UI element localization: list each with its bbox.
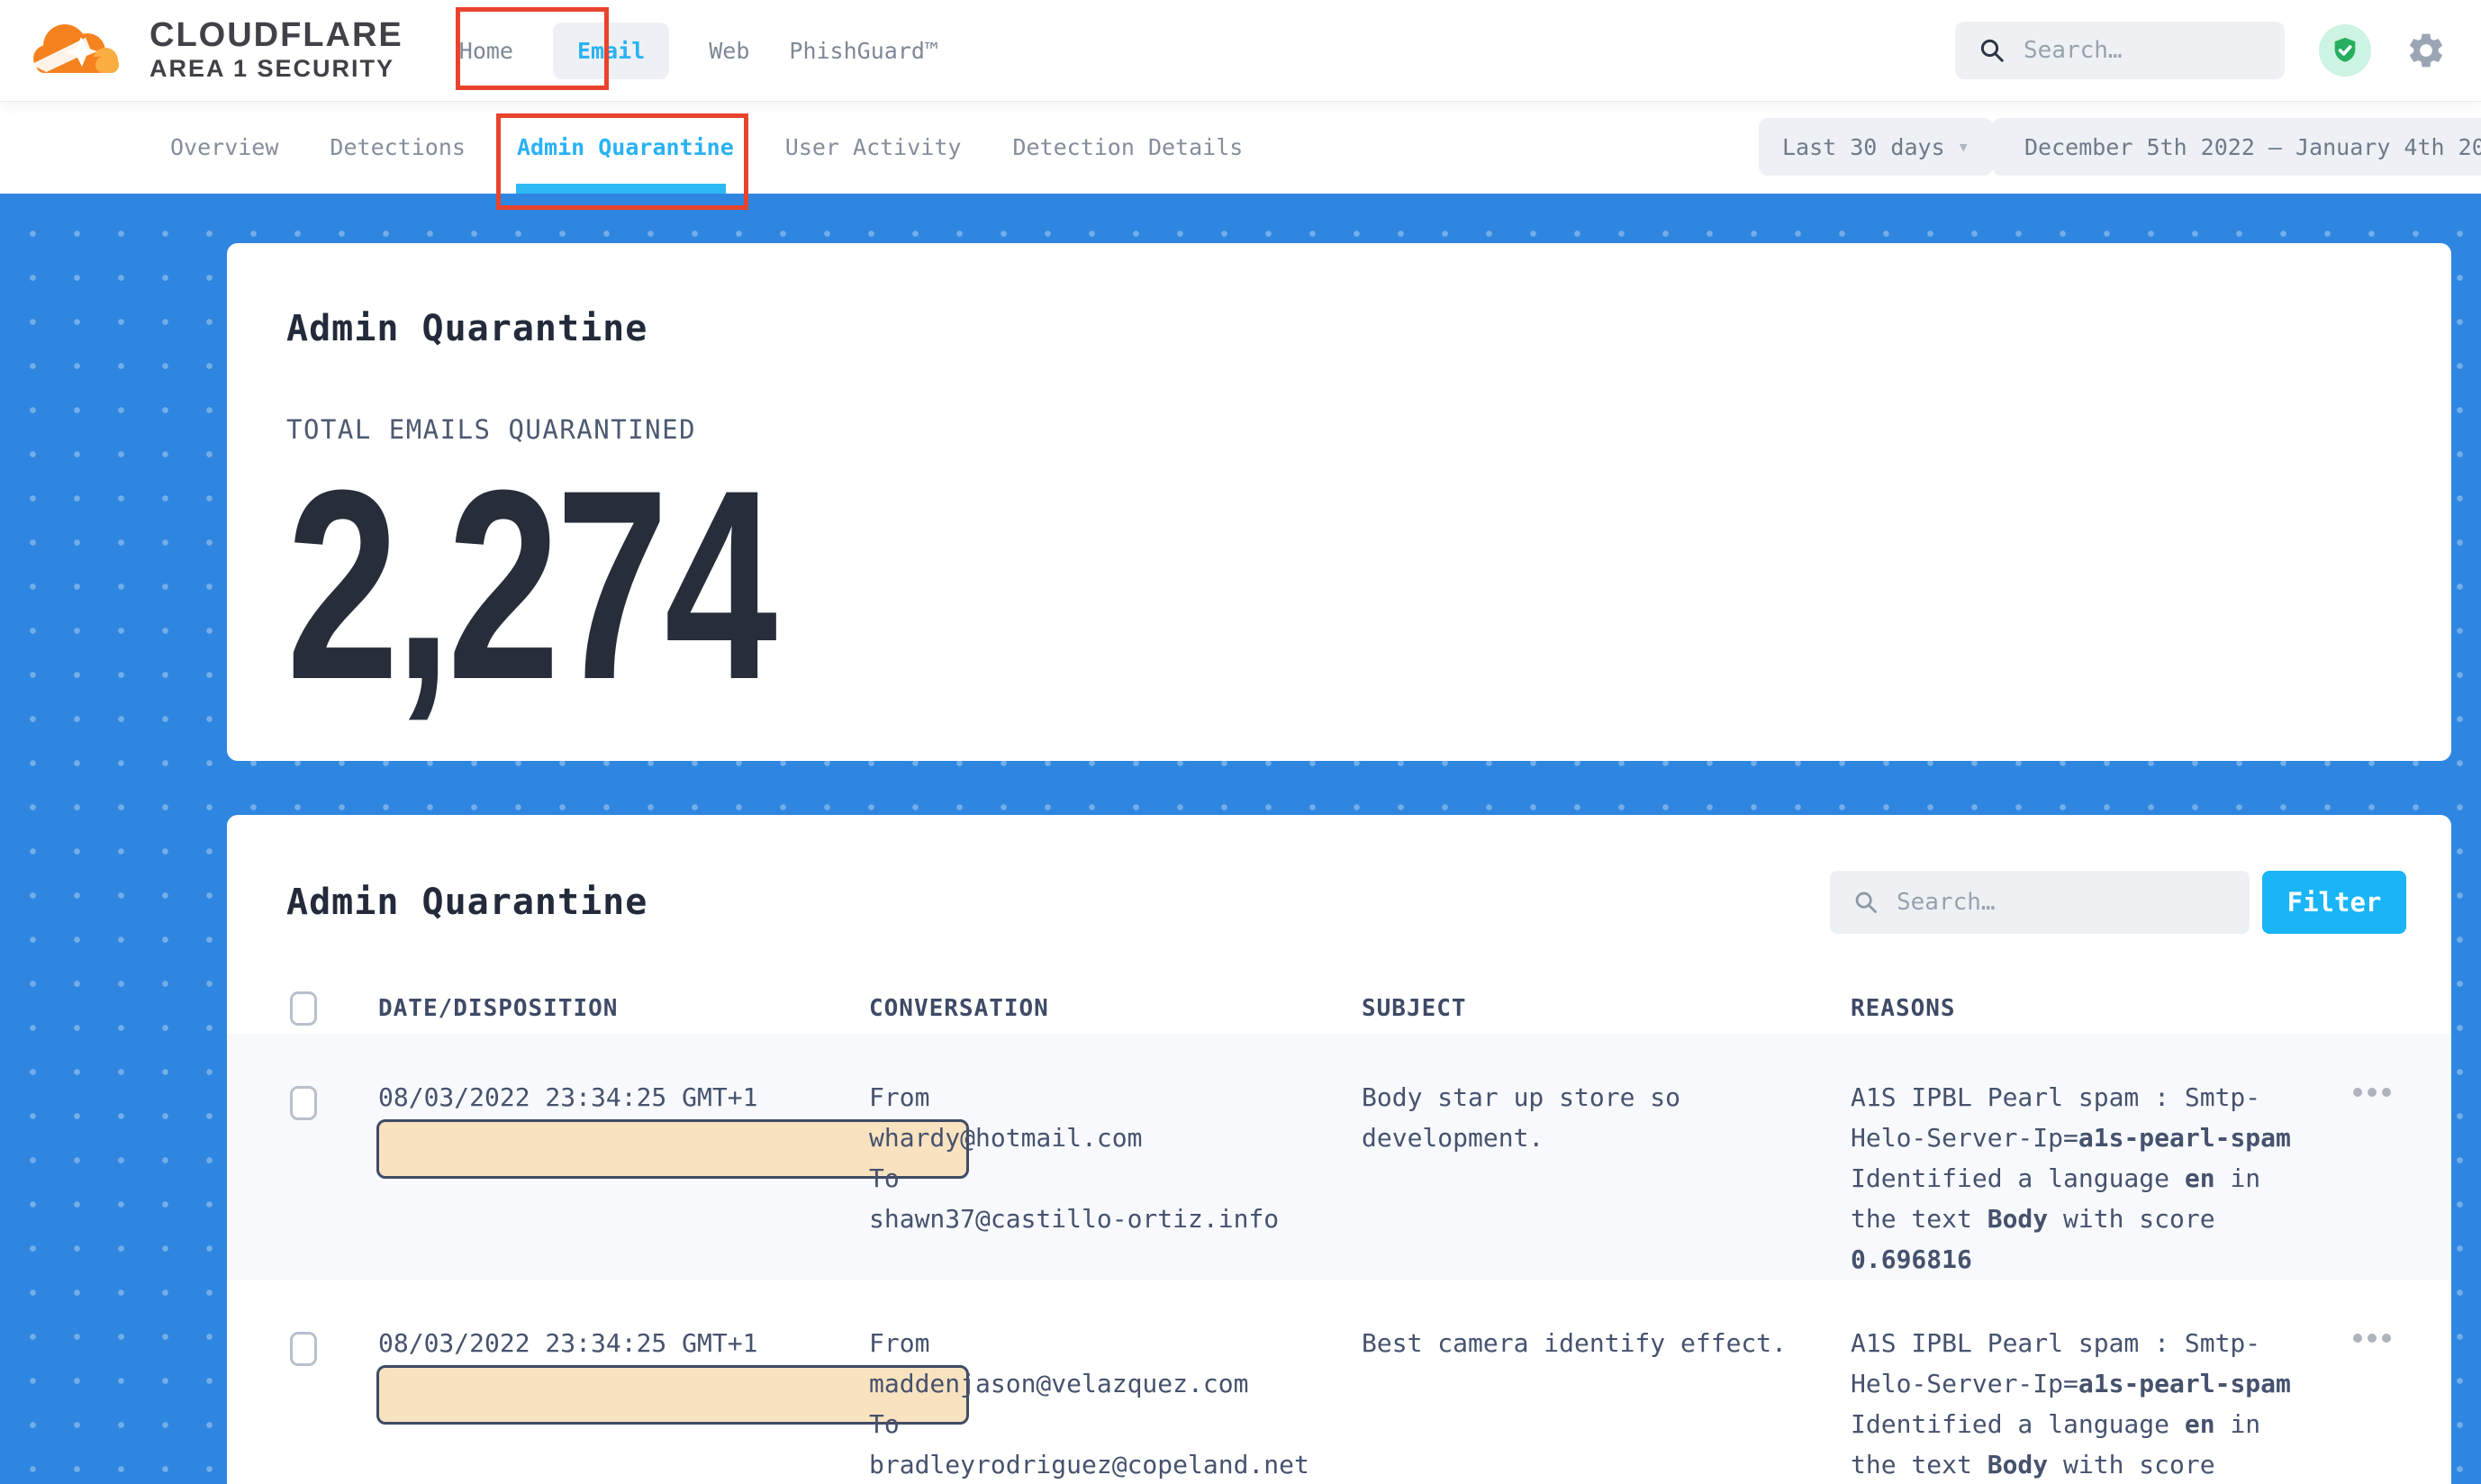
row-checkbox[interactable] [290,1086,317,1120]
shield-check-icon [2330,35,2360,66]
to-address: bradleyrodriguez@copeland.net [869,1444,1362,1484]
nav-item-home[interactable]: Home [459,38,513,64]
active-tab-underline [516,184,726,194]
brand-text: CLOUDFLARE AREA 1 SECURITY [149,17,403,84]
nav-item-phishguard[interactable]: PhishGuard™ [789,38,938,64]
tab-detections[interactable]: Detections [330,134,466,160]
column-header-subject: SUBJECT [1362,995,1851,1022]
main-content: Admin Quarantine TOTAL EMAILS QUARANTINE… [0,194,2481,1484]
to-label: To [869,1404,1362,1444]
top-header: CLOUDFLARE AREA 1 SECURITY Home Email We… [0,0,2481,101]
table-row: 08/03/2022 23:34:25 GMT+1 From whardy@ho… [227,1034,2451,1280]
date-range-label: December 5th 2022 – January 4th 2023 [2024,134,2481,160]
date-text: 08/03/2022 23:34:25 GMT+1 [378,1328,757,1358]
tab-admin-quarantine[interactable]: Admin Quarantine [517,134,734,160]
email-subnav: Overview Detections Admin Quarantine Use… [0,101,2481,194]
column-header-date-disposition: DATE/DISPOSITION [378,995,869,1022]
period-label: Last 30 days [1782,134,1945,160]
tab-user-activity[interactable]: User Activity [785,134,962,160]
row-checkbox[interactable] [290,1332,317,1366]
date-range-field[interactable]: December 5th 2022 – January 4th 2023 [1992,118,2481,176]
column-header-reasons: REASONS [1851,995,2346,1022]
select-all-checkbox[interactable] [290,991,317,1026]
from-address: maddenjason@velazquez.com [869,1363,1362,1404]
table-card-header: Admin Quarantine Filter [227,871,2451,934]
search-icon [1853,890,1879,915]
search-icon [1978,37,2006,64]
cell-reasons: A1S IPBL Pearl spam : Smtp-Helo-Server-I… [1851,1280,2310,1484]
header-right [1955,22,2447,79]
from-label: From [869,1323,1362,1363]
table-header-row: DATE/DISPOSITION CONVERSATION SUBJECT RE… [227,983,2451,1034]
table-card-title: Admin Quarantine [286,882,647,923]
from-address: whardy@hotmail.com [869,1118,1362,1158]
table-row: 08/03/2022 23:34:25 GMT+1 From maddenjas… [227,1280,2451,1484]
summary-card-title: Admin Quarantine [286,308,2388,349]
brand-subtitle: AREA 1 SECURITY [149,53,403,84]
cell-subject: Body star up store so development. [1362,1034,1851,1280]
filter-button[interactable]: Filter [2262,871,2406,934]
gear-icon [2405,30,2447,71]
cloudflare-logo[interactable]: CLOUDFLARE AREA 1 SECURITY [31,17,403,84]
protection-status-badge[interactable] [2319,24,2371,77]
row-actions-menu[interactable] [2353,1334,2393,1343]
to-address: shawn37@castillo-ortiz.info [869,1199,1362,1239]
table-search-input[interactable] [1897,889,2226,916]
column-header-conversation: CONVERSATION [869,995,1362,1022]
cell-conversation: From maddenjason@velazquez.com To bradle… [869,1280,1362,1484]
cell-conversation: From whardy@hotmail.com To shawn37@casti… [869,1034,1362,1280]
quarantine-table-card: Admin Quarantine Filter DATE/DISPOSITION… [227,815,2451,1484]
main-nav: Home Email Web PhishGuard™ [459,23,938,79]
nav-item-web[interactable]: Web [709,38,749,64]
tab-overview[interactable]: Overview [170,134,278,160]
date-text: 08/03/2022 23:34:25 GMT+1 [378,1082,757,1112]
from-label: From [869,1077,1362,1118]
cell-reasons: A1S IPBL Pearl spam : Smtp-Helo-Server-I… [1851,1034,2310,1280]
cloudflare-cloud-icon [31,17,131,84]
page: CLOUDFLARE AREA 1 SECURITY Home Email We… [0,0,2481,1484]
quarantine-summary-card: Admin Quarantine TOTAL EMAILS QUARANTINE… [227,243,2451,761]
global-search[interactable] [1955,22,2285,79]
period-dropdown[interactable]: Last 30 days ▾ [1759,118,1993,176]
cell-subject: Best camera identify effect. [1362,1280,1851,1484]
tab-detection-details[interactable]: Detection Details [1012,134,1243,160]
global-search-input[interactable] [2024,37,2261,64]
metric-value: 2,274 [286,481,1863,688]
brand-name: CLOUDFLARE [149,17,403,53]
table-search[interactable] [1830,871,2250,934]
chevron-down-icon: ▾ [1958,136,1969,158]
row-actions-menu[interactable] [2353,1088,2393,1097]
nav-item-email[interactable]: Email [553,23,669,79]
to-label: To [869,1158,1362,1199]
settings-button[interactable] [2405,30,2447,71]
